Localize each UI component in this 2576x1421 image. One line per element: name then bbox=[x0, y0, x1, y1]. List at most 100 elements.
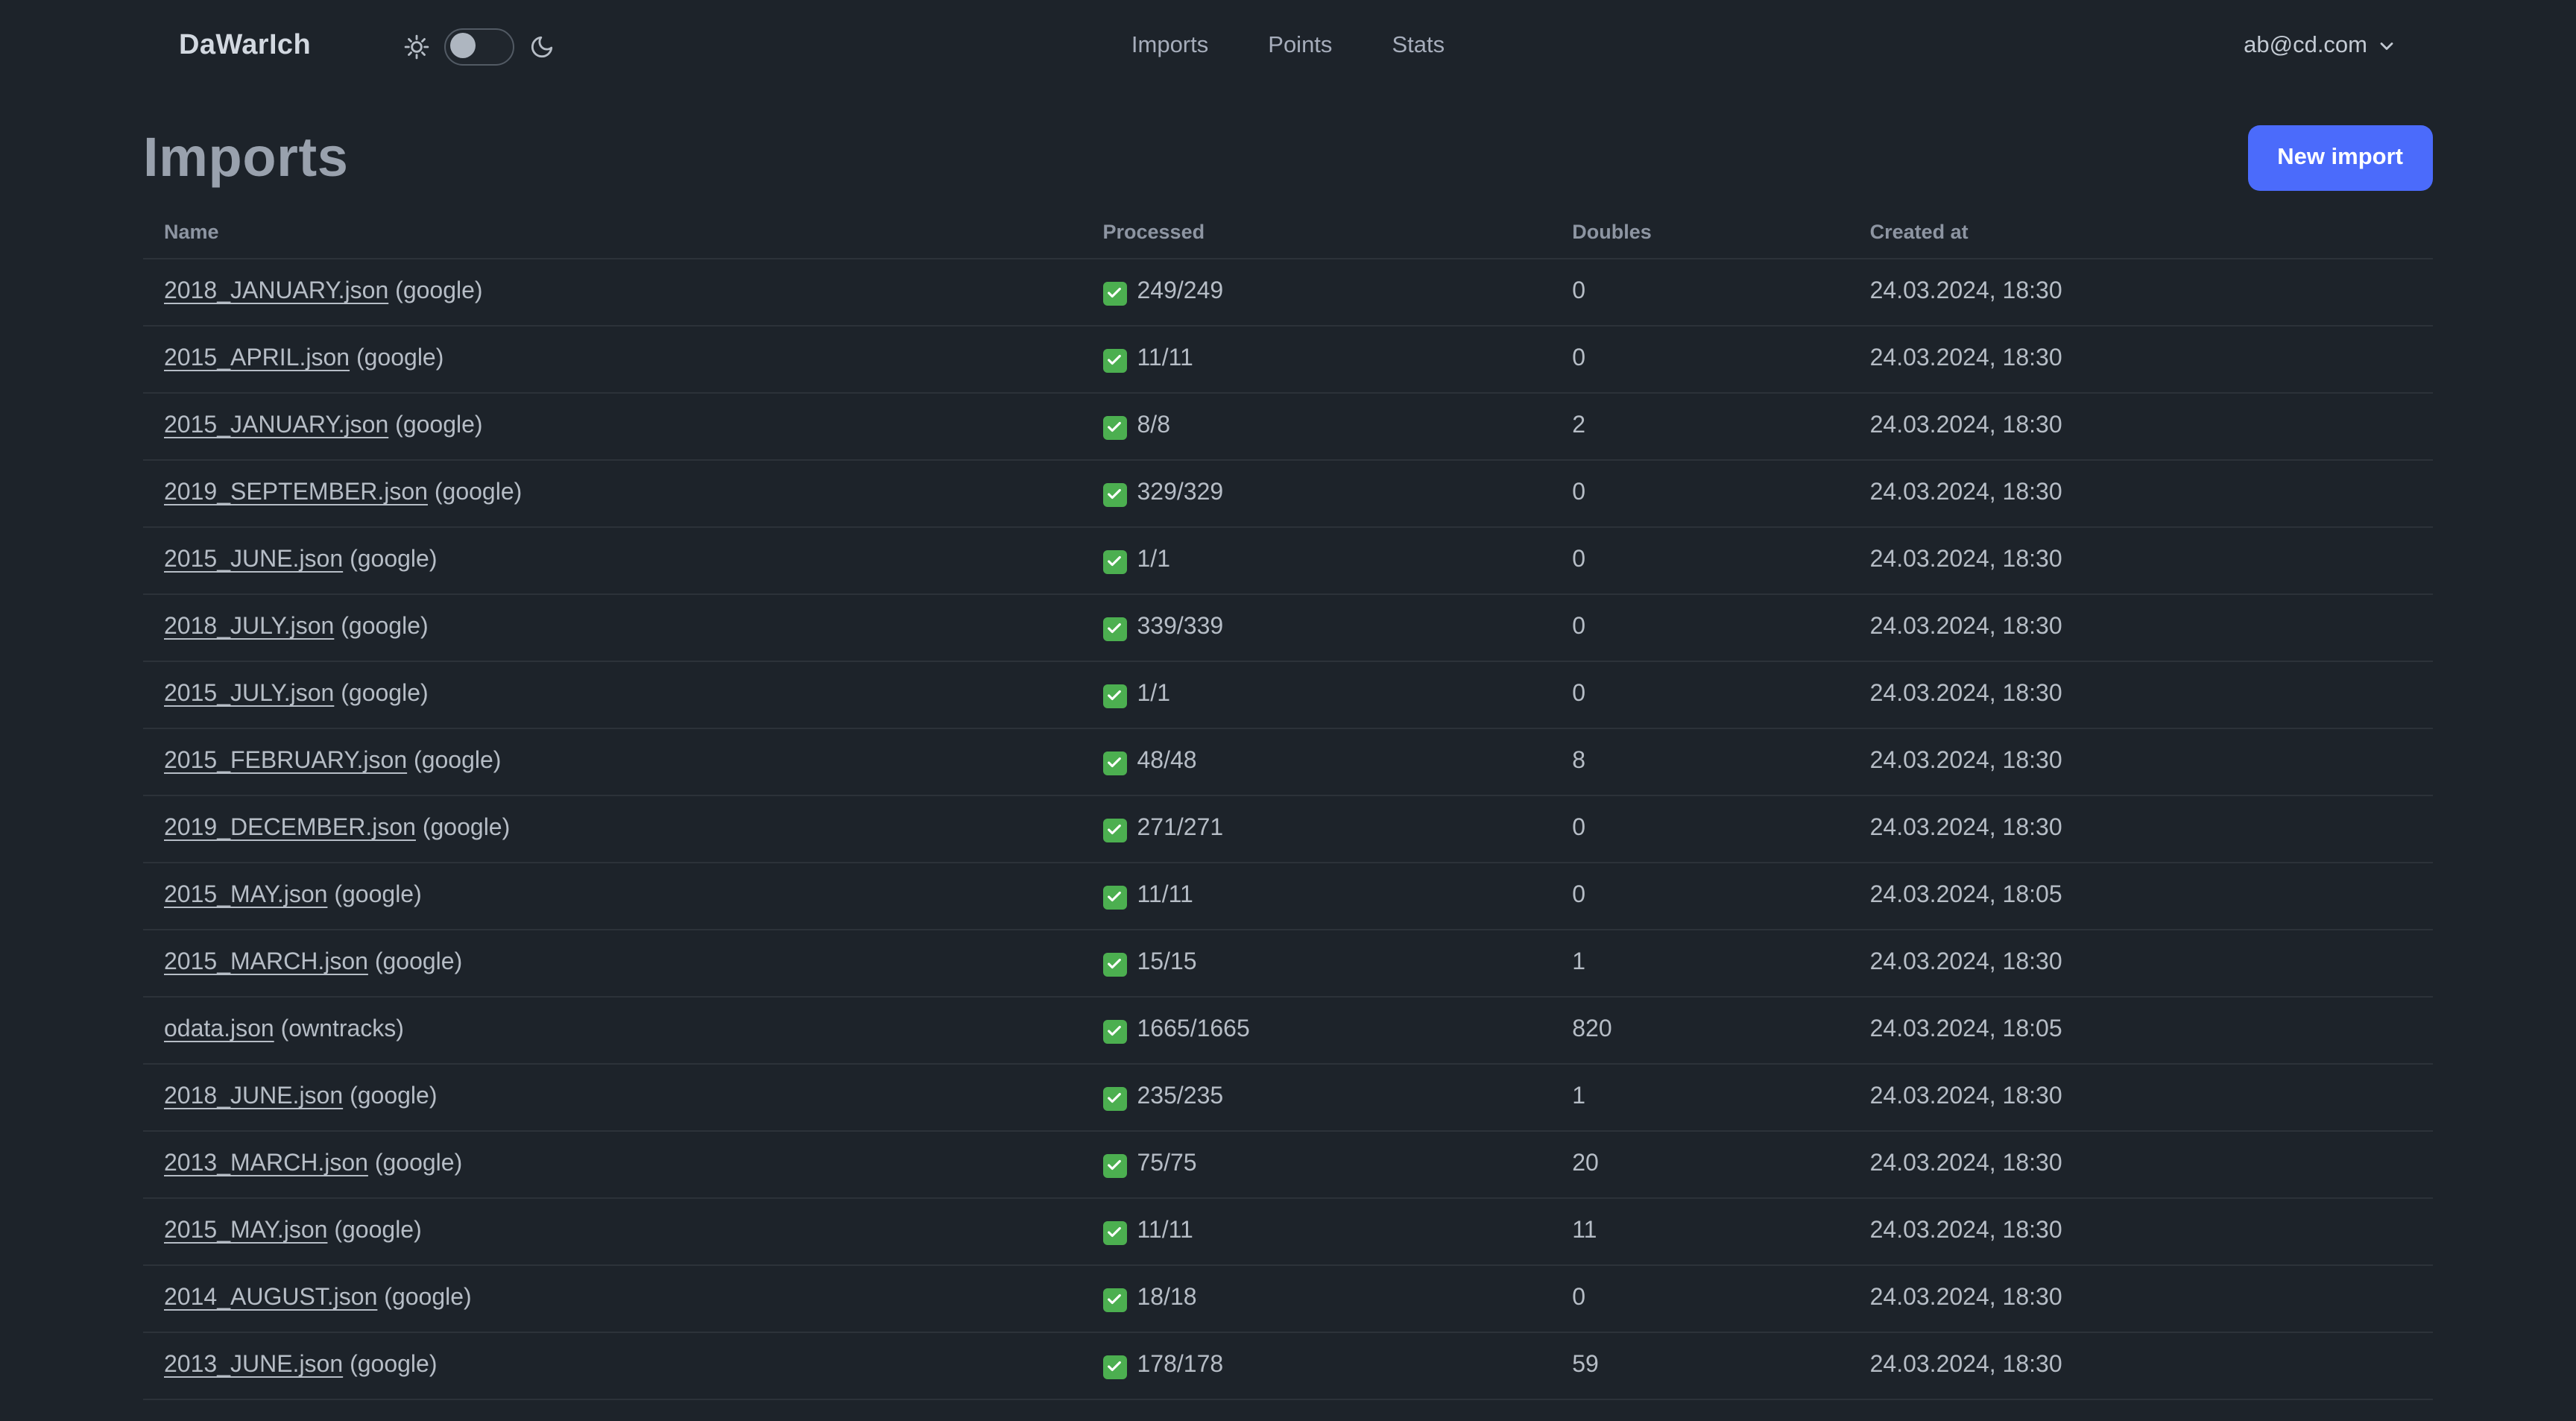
processed-count: 178/178 bbox=[1137, 1352, 1224, 1378]
processed-count: 1/1 bbox=[1137, 681, 1171, 707]
theme-switch-knob bbox=[449, 33, 476, 58]
import-source-label: (google) bbox=[350, 1352, 438, 1378]
doubles-count: 2 bbox=[1572, 413, 1586, 438]
doubles-count: 0 bbox=[1572, 883, 1586, 908]
import-source-label: (google) bbox=[384, 1285, 472, 1311]
processed-count: 249/249 bbox=[1137, 279, 1224, 304]
import-file-link[interactable]: 2013_JUNE.json bbox=[164, 1352, 343, 1378]
import-source-label: (google) bbox=[374, 950, 463, 975]
created-at: 24.03.2024, 18:30 bbox=[1869, 480, 2062, 505]
import-source-label: (google) bbox=[350, 1084, 438, 1109]
processed-count: 271/271 bbox=[1137, 816, 1224, 841]
table-row: 2015_MAY.json (google) 11/11 0 24.03.202… bbox=[143, 863, 2433, 930]
created-at: 24.03.2024, 18:30 bbox=[1869, 1285, 2062, 1311]
navbar: DaWarIch Imports Points Stats ab@cd.com bbox=[0, 0, 2576, 92]
nav-link-imports[interactable]: Imports bbox=[1131, 33, 1208, 60]
table-row: odata.json (owntracks) 1665/1665 820 24.… bbox=[143, 997, 2433, 1064]
table-row: 2015_APRIL.json (google) 11/11 0 24.03.2… bbox=[143, 326, 2433, 393]
created-at: 24.03.2024, 18:30 bbox=[1869, 749, 2062, 774]
brand-logo[interactable]: DaWarIch bbox=[179, 30, 311, 63]
processed-count: 339/339 bbox=[1137, 614, 1224, 640]
import-file-link[interactable]: 2018_JANUARY.json bbox=[164, 279, 388, 304]
success-check-icon bbox=[1102, 415, 1127, 439]
success-check-icon bbox=[1102, 1220, 1127, 1244]
created-at: 24.03.2024, 18:30 bbox=[1869, 1151, 2062, 1176]
processed-count: 11/11 bbox=[1137, 883, 1193, 908]
page-title: Imports bbox=[143, 127, 349, 188]
new-import-button[interactable]: New import bbox=[2247, 125, 2433, 191]
theme-switch[interactable] bbox=[443, 28, 514, 65]
processed-count: 1665/1665 bbox=[1137, 1017, 1250, 1042]
user-menu[interactable]: ab@cd.com bbox=[2244, 33, 2397, 60]
doubles-count: 0 bbox=[1572, 681, 1586, 707]
import-source-label: (owntracks) bbox=[280, 1017, 404, 1042]
import-file-link[interactable]: 2015_JANUARY.json bbox=[164, 413, 388, 438]
table-row: 2018_JUNE.json (google) 235/235 1 24.03.… bbox=[143, 1064, 2433, 1131]
success-check-icon bbox=[1102, 1288, 1127, 1311]
doubles-count: 1 bbox=[1572, 1084, 1586, 1109]
created-at: 24.03.2024, 18:30 bbox=[1869, 816, 2062, 841]
table-row: 2013_JUNE.json (google) 178/178 59 24.03… bbox=[143, 1332, 2433, 1399]
created-at: 24.03.2024, 18:30 bbox=[1869, 279, 2062, 304]
import-source-label: (google) bbox=[341, 614, 429, 640]
import-file-link[interactable]: 2018_JUNE.json bbox=[164, 1084, 343, 1109]
import-source-label: (google) bbox=[395, 279, 483, 304]
processed-count: 48/48 bbox=[1137, 749, 1197, 774]
processed-count: 18/18 bbox=[1137, 1285, 1197, 1311]
success-check-icon bbox=[1102, 549, 1127, 573]
import-file-link[interactable]: 2015_MAY.json bbox=[164, 1218, 327, 1244]
processed-count: 235/235 bbox=[1137, 1084, 1224, 1109]
created-at: 24.03.2024, 18:05 bbox=[1869, 1017, 2062, 1042]
column-header-processed: Processed bbox=[1102, 221, 1205, 243]
success-check-icon bbox=[1102, 482, 1127, 506]
column-header-created-at: Created at bbox=[1869, 221, 1969, 243]
created-at: 24.03.2024, 18:30 bbox=[1869, 681, 2062, 707]
doubles-count: 8 bbox=[1572, 749, 1586, 774]
created-at: 24.03.2024, 18:30 bbox=[1869, 1218, 2062, 1244]
import-file-link[interactable]: 2019_SEPTEMBER.json bbox=[164, 480, 428, 505]
import-file-link[interactable]: 2013_MARCH.json bbox=[164, 1151, 368, 1176]
import-file-link[interactable]: 2014_AUGUST.json bbox=[164, 1285, 377, 1311]
theme-toggle-group bbox=[403, 28, 554, 65]
import-file-link[interactable]: 2018_JULY.json bbox=[164, 614, 334, 640]
import-source-label: (google) bbox=[334, 883, 422, 908]
doubles-count: 0 bbox=[1572, 547, 1586, 573]
import-file-link[interactable]: 2015_FEBRUARY.json bbox=[164, 749, 407, 774]
import-file-link[interactable]: 2015_JUNE.json bbox=[164, 547, 343, 573]
doubles-count: 0 bbox=[1572, 480, 1586, 505]
user-email: ab@cd.com bbox=[2244, 33, 2367, 58]
table-row: 2018_JULY.json (google) 339/339 0 24.03.… bbox=[143, 594, 2433, 661]
created-at: 24.03.2024, 18:05 bbox=[1869, 883, 2062, 908]
import-file-link[interactable]: 2015_JULY.json bbox=[164, 681, 334, 707]
doubles-count: 0 bbox=[1572, 279, 1586, 304]
import-source-label: (google) bbox=[334, 1218, 422, 1244]
table-header-row: Name Processed Doubles Created at bbox=[143, 206, 2433, 259]
import-source-label: (google) bbox=[374, 1151, 463, 1176]
imports-page: Imports New import Name Processed Double… bbox=[0, 92, 2576, 1421]
import-source-label: (google) bbox=[414, 749, 502, 774]
import-file-link[interactable]: odata.json bbox=[164, 1017, 274, 1042]
created-at: 24.03.2024, 18:30 bbox=[1869, 413, 2062, 438]
success-check-icon bbox=[1102, 885, 1127, 909]
table-row: 2018_JANUARY.json (google) 249/249 0 24.… bbox=[143, 259, 2433, 326]
doubles-count: 59 bbox=[1572, 1352, 1599, 1378]
imports-table: Name Processed Doubles Created at 2018_J… bbox=[143, 206, 2433, 1421]
import-source-label: (google) bbox=[422, 816, 511, 841]
chevron-down-icon bbox=[2380, 42, 2393, 50]
column-header-doubles: Doubles bbox=[1572, 221, 1652, 243]
nav-link-stats[interactable]: Stats bbox=[1392, 33, 1445, 60]
import-file-link[interactable]: 2019_DECEMBER.json bbox=[164, 816, 416, 841]
nav-link-points[interactable]: Points bbox=[1268, 33, 1332, 60]
success-check-icon bbox=[1102, 818, 1127, 842]
doubles-count: 0 bbox=[1572, 1285, 1586, 1311]
table-row: 2013_MARCH.json (google) 75/75 20 24.03.… bbox=[143, 1131, 2433, 1198]
import-file-link[interactable]: 2015_MAY.json bbox=[164, 883, 327, 908]
import-source-label: (google) bbox=[356, 346, 444, 371]
import-file-link[interactable]: 2015_MARCH.json bbox=[164, 950, 368, 975]
created-at bbox=[1849, 1399, 2433, 1421]
processed-count: 15/15 bbox=[1137, 950, 1197, 975]
import-source-label: (google) bbox=[350, 547, 438, 573]
table-row: 2015_JULY.json (google) 1/1 0 24.03.2024… bbox=[143, 661, 2433, 728]
success-check-icon bbox=[1102, 751, 1127, 775]
import-file-link[interactable]: 2015_APRIL.json bbox=[164, 346, 350, 371]
